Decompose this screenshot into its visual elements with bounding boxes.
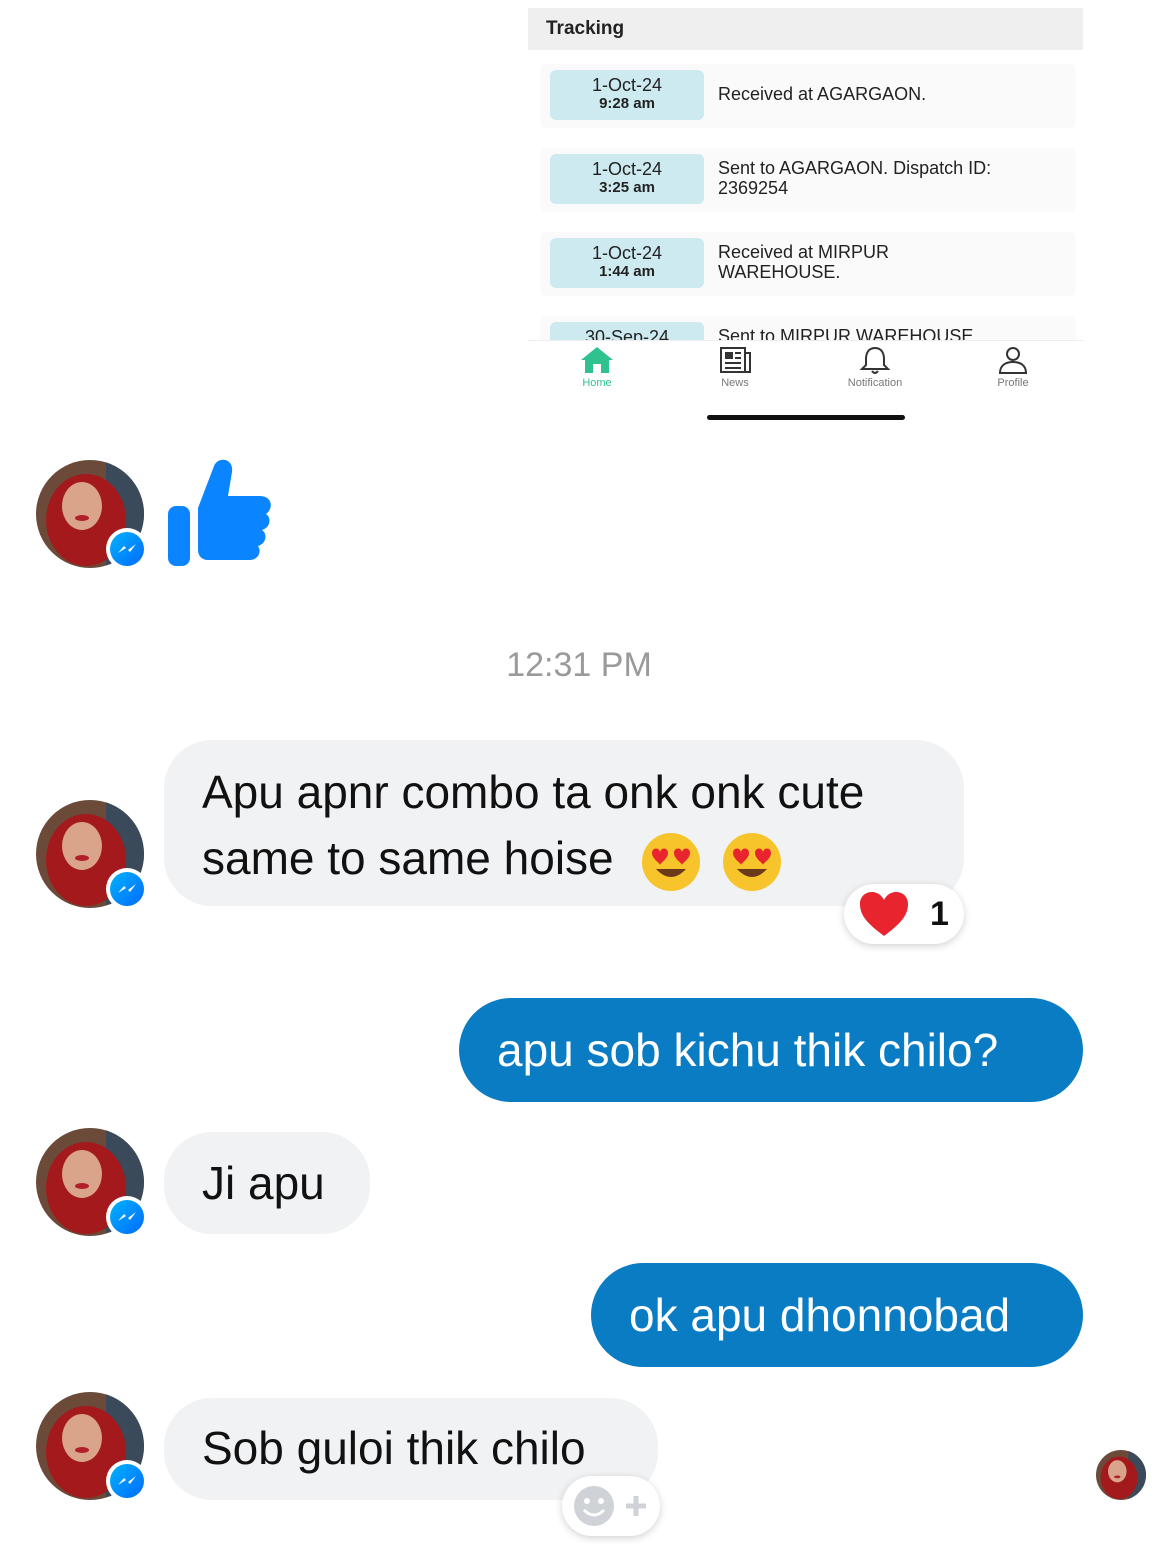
tab-profile[interactable]: Profile bbox=[953, 345, 1073, 389]
message-bubble-outgoing[interactable]: apu sob kichu thik chilo? bbox=[459, 998, 1083, 1102]
heart-eyes-emoji-icon bbox=[642, 832, 701, 891]
message-timestamp: 12:31 PM bbox=[506, 646, 652, 684]
tracking-time: 1:44 am bbox=[599, 263, 655, 280]
tab-news[interactable]: News bbox=[675, 345, 795, 389]
tracking-row: 1-Oct-24 9:28 am Received at AGARGAON. bbox=[540, 64, 1076, 128]
messenger-badge-icon bbox=[106, 1196, 148, 1238]
tracking-title: Tracking bbox=[546, 18, 625, 39]
home-icon bbox=[581, 347, 613, 373]
seen-avatar bbox=[1096, 1450, 1146, 1500]
red-heart-icon bbox=[860, 892, 908, 936]
tracking-date-chip: 1-Oct-24 3:25 am bbox=[550, 154, 704, 204]
person-icon bbox=[998, 347, 1028, 374]
message-text: Sob guloi thik chilo bbox=[202, 1422, 586, 1474]
message-text: Ji apu bbox=[202, 1157, 325, 1209]
message-text: ok apu dhonnobad bbox=[629, 1289, 1011, 1341]
tracking-date: 1-Oct-24 bbox=[591, 75, 663, 95]
bell-icon bbox=[859, 346, 891, 374]
messenger-badge-icon bbox=[106, 868, 148, 910]
avatar-photo bbox=[1096, 1450, 1146, 1500]
tracking-tab-bar: Home News Notification Profile bbox=[528, 340, 1083, 428]
tracking-date: 1-Oct-24 bbox=[591, 159, 663, 179]
tracking-status: Sent to AGARGAON. Dispatch ID: 2369254 bbox=[718, 158, 992, 198]
tracking-row: 1-Oct-24 3:25 am Sent to AGARGAON. Dispa… bbox=[540, 148, 1076, 212]
tab-label: Profile bbox=[997, 377, 1029, 389]
message-text-row: same to same hoise bbox=[202, 826, 783, 893]
message-text-line: same to same hoise bbox=[202, 832, 614, 884]
tracking-screenshot: Tracking 1-Oct-24 9:28 am Received at AG… bbox=[528, 8, 1083, 428]
message-text-line: Apu apnr combo ta onk onk cute bbox=[202, 766, 865, 818]
tab-label: Home bbox=[582, 377, 612, 389]
tab-label: Notification bbox=[847, 377, 903, 389]
messenger-badge-icon bbox=[106, 1460, 148, 1502]
tab-home[interactable]: Home bbox=[537, 345, 657, 389]
tracking-row: 1-Oct-24 1:44 am Received at MIRPUR WARE… bbox=[540, 232, 1076, 296]
messenger-badge-icon bbox=[106, 528, 148, 570]
tab-notification[interactable]: Notification bbox=[815, 345, 935, 389]
tracking-date-chip: 1-Oct-24 9:28 am bbox=[550, 70, 704, 120]
newspaper-icon bbox=[720, 347, 751, 373]
heart-eyes-emoji-icon bbox=[723, 832, 782, 891]
add-reaction-icon bbox=[574, 1486, 646, 1526]
tracking-date-chip: 1-Oct-24 1:44 am bbox=[550, 238, 704, 288]
reaction-count: 1 bbox=[930, 895, 949, 933]
add-reaction-button[interactable] bbox=[562, 1476, 660, 1536]
message-bubble-incoming[interactable]: Apu apnr combo ta onk onk cute same to s… bbox=[164, 740, 964, 906]
tracking-status: Received at MIRPUR WAREHOUSE. bbox=[718, 242, 890, 282]
tracking-time: 9:28 am bbox=[599, 95, 655, 112]
message-text: apu sob kichu thik chilo? bbox=[497, 1024, 999, 1076]
message-bubble-incoming[interactable]: Ji apu bbox=[164, 1132, 370, 1234]
tracking-status: Received at AGARGAON. bbox=[718, 84, 927, 104]
tracking-header: Tracking bbox=[528, 8, 1083, 50]
tracking-time: 3:25 am bbox=[599, 179, 655, 196]
home-indicator bbox=[707, 415, 905, 420]
message-bubble-outgoing[interactable]: ok apu dhonnobad bbox=[591, 1263, 1083, 1367]
tab-label: News bbox=[721, 377, 749, 389]
tracking-date: 1-Oct-24 bbox=[591, 243, 663, 263]
reaction-pill[interactable]: 1 bbox=[844, 884, 964, 944]
like-thumbs-up-icon bbox=[164, 456, 274, 573]
